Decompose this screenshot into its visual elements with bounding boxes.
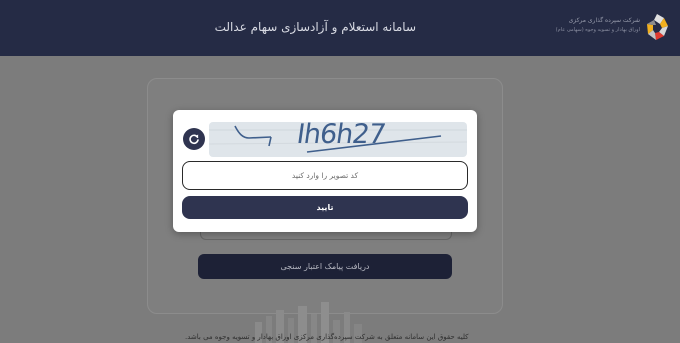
captcha-text: Ih6h27: [294, 122, 387, 150]
captcha-image: Ih6h27: [209, 122, 467, 157]
logo-text-line2: اوراق بهادار و تسویه وجوه (سهامی عام): [555, 27, 640, 33]
header: سامانه استعلام و آزادسازی سهام عدالت شرک…: [0, 0, 680, 56]
captcha-input[interactable]: [182, 161, 468, 190]
footer-copyright: کلیه حقوق این سامانه متعلق به شرکت سپرده…: [185, 333, 469, 341]
sms-validation-button[interactable]: دریافت پیامک اعتبار سنجی: [198, 254, 452, 279]
captcha-modal: Ih6h27 تایید: [173, 110, 477, 232]
logo: شرکت سپرده گذاری مرکزی اوراق بهادار و تس…: [552, 12, 670, 44]
logo-icon: [647, 14, 668, 40]
refresh-icon: [189, 134, 199, 144]
refresh-captcha-button[interactable]: [183, 128, 205, 150]
submit-button[interactable]: تایید: [182, 196, 468, 219]
page-title: سامانه استعلام و آزادسازی سهام عدالت: [214, 20, 416, 34]
logo-text-line1: شرکت سپرده گذاری مرکزی: [568, 17, 640, 24]
